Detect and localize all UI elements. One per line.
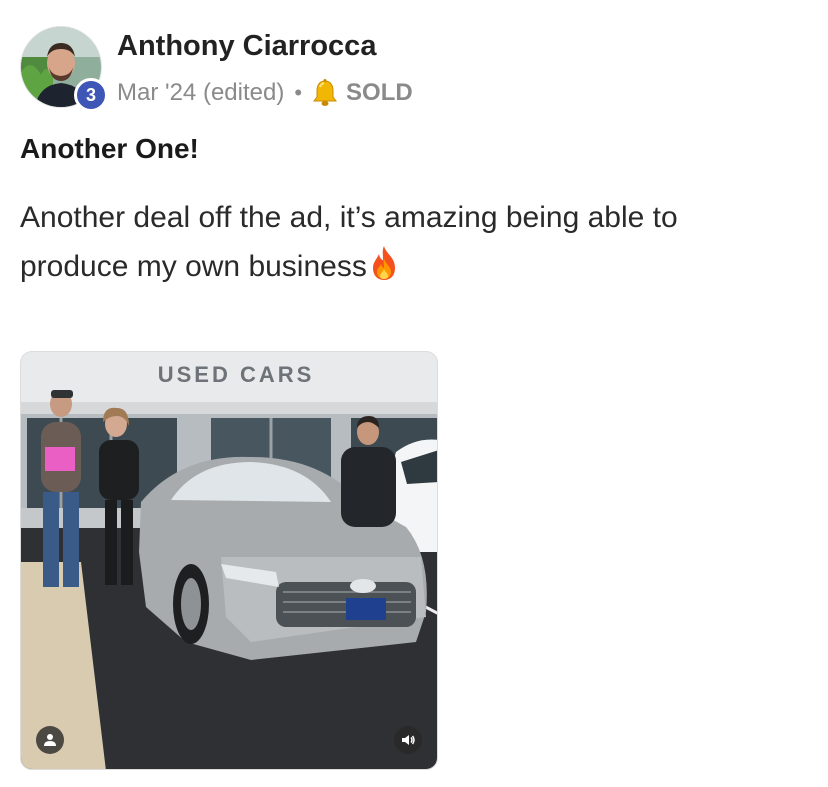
- post-date[interactable]: Mar '24 (edited): [117, 79, 284, 107]
- post-header: 3 Anthony Ciarrocca Mar '24 (edited) • S…: [20, 26, 800, 112]
- speaker-icon[interactable]: [394, 726, 422, 754]
- dealership-sign: USED CARS: [158, 362, 315, 387]
- bell-icon: [310, 78, 340, 108]
- author-name[interactable]: Anthony Ciarrocca: [117, 30, 376, 63]
- post-body-text: Another deal off the ad, it’s amazing be…: [20, 201, 678, 283]
- post-title: Another One!: [20, 133, 199, 164]
- post-body: Another deal off the ad, it’s amazing be…: [20, 193, 780, 291]
- post-image[interactable]: USED CARS: [20, 351, 438, 770]
- fire-icon: [367, 244, 401, 282]
- category-label[interactable]: SOLD: [346, 79, 413, 107]
- post-meta: Mar '24 (edited) • SOLD: [117, 76, 413, 110]
- meta-separator: •: [294, 80, 303, 105]
- level-badge: 3: [74, 78, 108, 112]
- person-icon[interactable]: [36, 726, 64, 754]
- car-photo: USED CARS: [21, 352, 437, 769]
